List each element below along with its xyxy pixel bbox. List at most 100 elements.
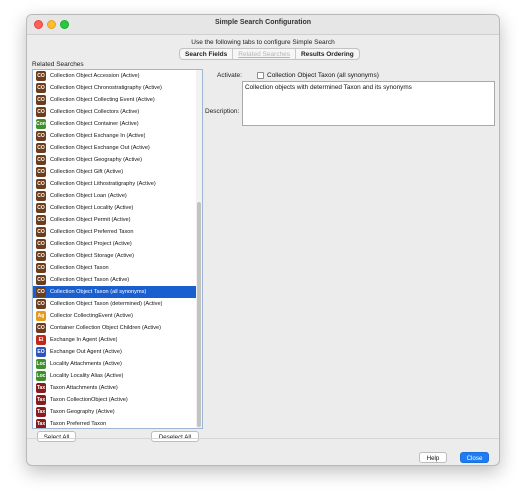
table-type-icon: CO	[36, 191, 46, 201]
list-scrollbar[interactable]	[196, 70, 202, 428]
list-item-label: Collection Object Exchange Out (Active)	[50, 145, 150, 151]
table-type-icon: CO	[36, 83, 46, 93]
help-button[interactable]: Help	[419, 452, 447, 463]
list-item-label: Collection Object Permit (Active)	[50, 217, 131, 223]
list-item-label: Collection Object Taxon (Active)	[50, 277, 130, 283]
table-type-icon: CO	[36, 95, 46, 105]
instructions-text: Use the following tabs to configure Simp…	[191, 39, 335, 46]
table-type-icon: Tax	[36, 383, 46, 393]
list-item-label: Taxon CollectionObject (Active)	[50, 397, 128, 403]
table-type-icon: CO	[36, 299, 46, 309]
list-item[interactable]: CO Collection Object Loan (Active)	[33, 190, 196, 202]
table-type-icon: CO	[36, 71, 46, 81]
activate-checkbox[interactable]	[257, 72, 264, 79]
window-title: Simple Search Configuration	[214, 19, 312, 26]
list-item-label: Exchange In Agent (Active)	[50, 337, 118, 343]
list-item[interactable]: CO Collection Object Taxon (all synonyms)	[33, 286, 196, 298]
list-item-label: Collection Object Container (Active)	[50, 121, 139, 127]
list-item[interactable]: CO Collection Object Exchange In (Active)	[33, 130, 196, 142]
table-type-icon: Tax	[36, 407, 46, 417]
list-item[interactable]: Tax Taxon Attachments (Active)	[33, 382, 196, 394]
select-all-button[interactable]: Select All	[37, 431, 76, 442]
list-item-label: Collection Object Project (Active)	[50, 241, 132, 247]
list-item[interactable]: CO Collection Object Storage (Active)	[33, 250, 196, 262]
table-type-icon: Ag	[36, 311, 46, 321]
list-item[interactable]: EO Exchange Out Agent (Active)	[33, 346, 196, 358]
list-item-label: Collection Object Preferred Taxon	[50, 229, 134, 235]
list-item[interactable]: CO Collection Object Chronostratigraphy (…	[33, 82, 196, 94]
list-item-label: Collector CollectingEvent (Active)	[50, 313, 134, 319]
activate-label: Activate:	[217, 72, 242, 79]
list-item[interactable]: CO Collection Object Gift (Active)	[33, 166, 196, 178]
list-item[interactable]: CO Collection Object Accession (Active)	[33, 70, 196, 82]
list-item-label: Taxon Geography (Active)	[50, 409, 115, 415]
list-item[interactable]: Loc Locality Locality Alias (Active)	[33, 370, 196, 382]
list-item[interactable]: CO Collection Object Geography (Active)	[33, 154, 196, 166]
tab-bar: Search Fields Related Searches Results O…	[179, 48, 360, 60]
table-type-icon: CO	[36, 215, 46, 225]
list-item-label: Container Collection Object Children (Ac…	[50, 325, 161, 331]
list-item-label: Collection Object Storage (Active)	[50, 253, 134, 259]
list-item-label: Collection Object Collecting Event (Acti…	[50, 97, 155, 103]
list-item-label: Collection Object Taxon (all synonyms)	[50, 289, 147, 295]
list-item[interactable]: Ag Collector CollectingEvent (Active)	[33, 310, 196, 322]
close-button[interactable]: Close	[460, 452, 489, 463]
tab-results-ordering[interactable]: Results Ordering	[296, 49, 359, 59]
list-item[interactable]: CO Collection Object Preferred Taxon	[33, 226, 196, 238]
list-item[interactable]: CO Collection Object Taxon (determined) (…	[33, 298, 196, 310]
list-item[interactable]: EI Exchange In Agent (Active)	[33, 334, 196, 346]
list-item-label: Collection Object Chronostratigraphy (Ac…	[50, 85, 162, 91]
list-item[interactable]: Con Collection Object Container (Active)	[33, 118, 196, 130]
list-item-label: Exchange Out Agent (Active)	[50, 349, 122, 355]
list-item[interactable]: Loc Locality Attachments (Active)	[33, 358, 196, 370]
table-type-icon: CO	[36, 287, 46, 297]
tab-search-fields[interactable]: Search Fields	[180, 49, 234, 59]
table-type-icon: EI	[36, 335, 46, 345]
list-item[interactable]: CO Collection Object Collecting Event (Ac…	[33, 94, 196, 106]
table-type-icon: CO	[36, 179, 46, 189]
activate-checkbox-label[interactable]: Collection Object Taxon (all synonyms)	[267, 72, 379, 79]
table-type-icon: CO	[36, 323, 46, 333]
list-item-label: Locality Attachments (Active)	[50, 361, 122, 367]
list-item-label: Collection Object Gift (Active)	[50, 169, 124, 175]
table-type-icon: CO	[36, 239, 46, 249]
list-item-label: Taxon Attachments (Active)	[50, 385, 118, 391]
list-item-label: Taxon Preferred Taxon	[50, 421, 107, 427]
table-type-icon: CO	[36, 203, 46, 213]
tab-related-searches[interactable]: Related Searches	[233, 49, 296, 59]
table-type-icon: CO	[36, 167, 46, 177]
list-item[interactable]: Tax Taxon Geography (Active)	[33, 406, 196, 418]
table-type-icon: CO	[36, 263, 46, 273]
table-type-icon: Loc	[36, 359, 46, 369]
list-item[interactable]: Tax Taxon CollectionObject (Active)	[33, 394, 196, 406]
scroll-thumb[interactable]	[197, 202, 201, 427]
related-searches-label: Related Searches	[32, 61, 84, 68]
related-searches-list[interactable]: Tax Taxon Preferred Taxon Tax Taxon Geograp…	[32, 69, 203, 429]
table-type-icon: Tax	[36, 395, 46, 405]
list-item[interactable]: CO Collection Object Exchange Out (Active…	[33, 142, 196, 154]
deselect-all-button[interactable]: Deselect All	[151, 431, 199, 442]
list-item[interactable]: CO Collection Object Locality (Active)	[33, 202, 196, 214]
list-item[interactable]: CO Collection Object Taxon	[33, 262, 196, 274]
table-type-icon: CO	[36, 227, 46, 237]
list-item-label: Collection Object Loan (Active)	[50, 193, 127, 199]
list-item[interactable]: Tax Taxon Preferred Taxon	[33, 418, 196, 428]
title-bar: Simple Search Configuration	[27, 15, 499, 35]
list-item[interactable]: CO Collection Object Lithostratigraphy (A…	[33, 178, 196, 190]
list-item-label: Locality Locality Alias (Active)	[50, 373, 124, 379]
table-type-icon: CO	[36, 131, 46, 141]
list-item-label: Collection Object Collectors (Active)	[50, 109, 140, 115]
list-item-label: Collection Object Taxon (determined) (Ac…	[50, 301, 163, 307]
description-textarea[interactable]: Collection objects with determined Taxon…	[242, 81, 495, 126]
list-item-label: Collection Object Lithostratigraphy (Act…	[50, 181, 156, 187]
table-type-icon: CO	[36, 143, 46, 153]
table-type-icon: Loc	[36, 371, 46, 381]
list-item[interactable]: CO Collection Object Taxon (Active)	[33, 274, 196, 286]
table-type-icon: CO	[36, 155, 46, 165]
list-item[interactable]: CO Collection Object Project (Active)	[33, 238, 196, 250]
list-item-label: Collection Object Accession (Active)	[50, 73, 140, 79]
list-item[interactable]: CO Collection Object Collectors (Active)	[33, 106, 196, 118]
list-item-label: Collection Object Exchange In (Active)	[50, 133, 146, 139]
list-item[interactable]: CO Collection Object Permit (Active)	[33, 214, 196, 226]
list-item[interactable]: CO Container Collection Object Children (…	[33, 322, 196, 334]
